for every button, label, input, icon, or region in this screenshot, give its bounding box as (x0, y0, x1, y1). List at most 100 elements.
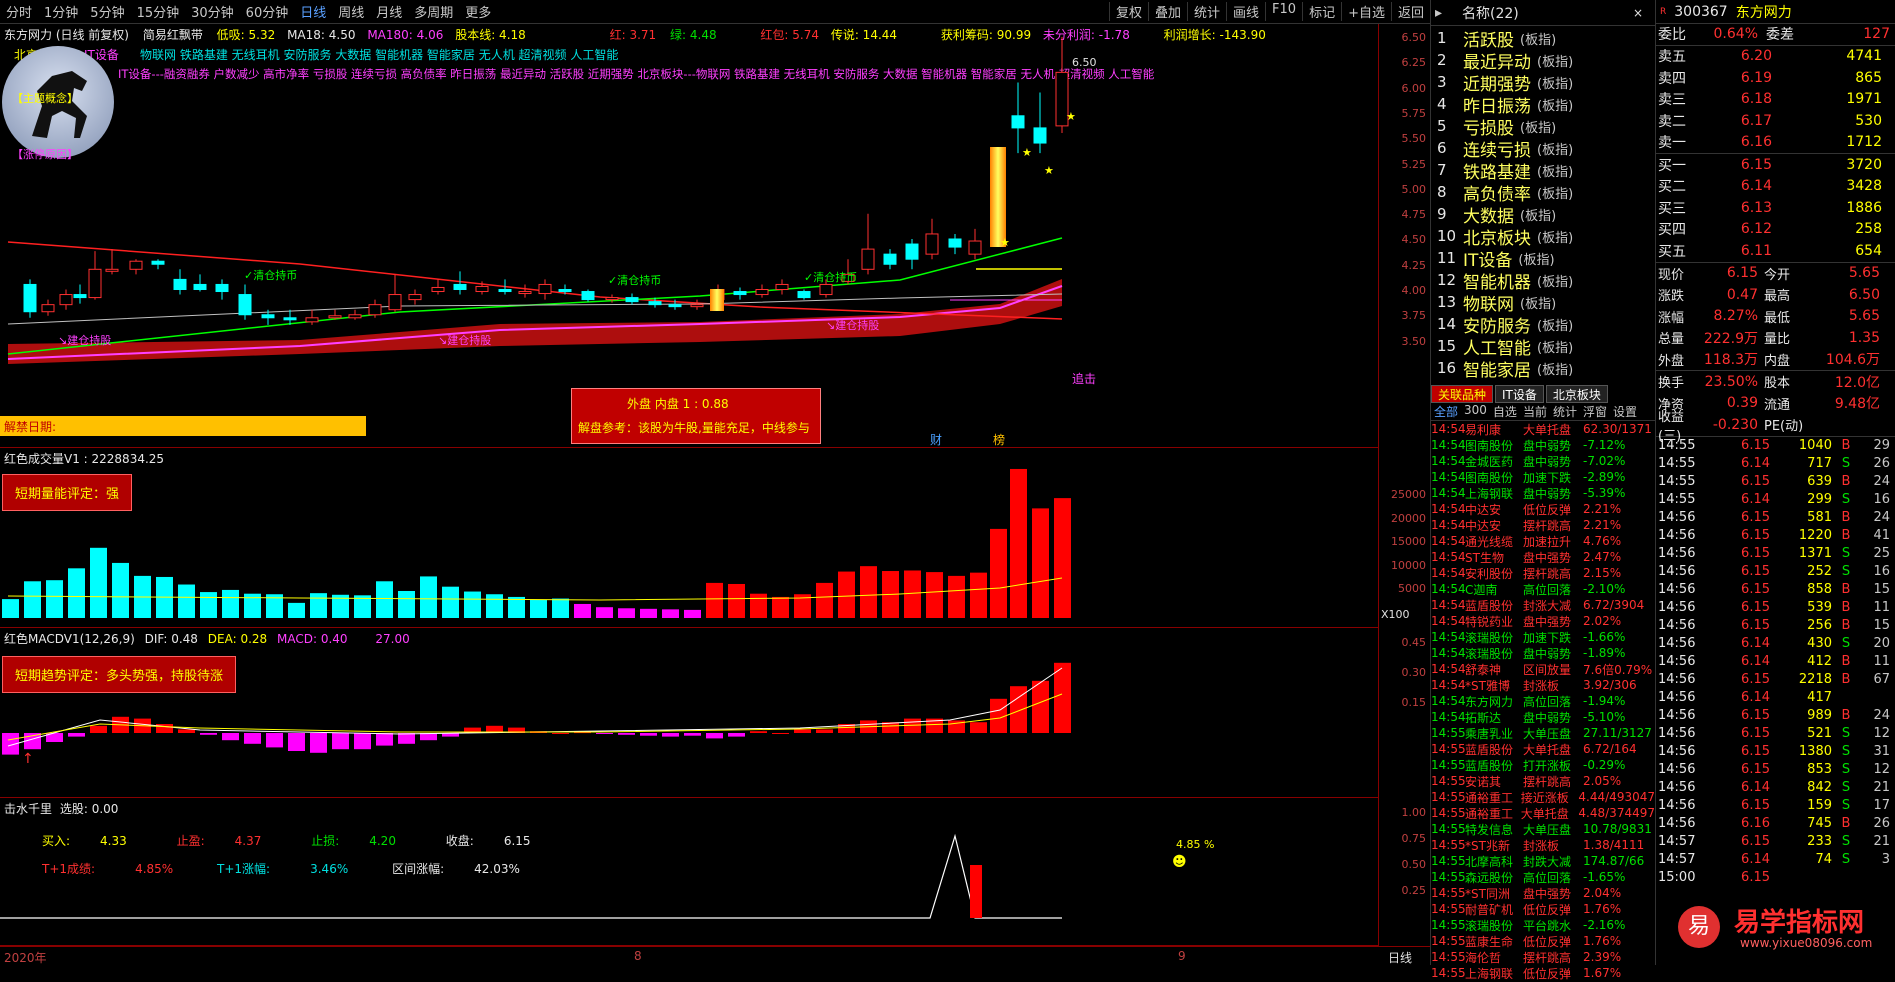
feed-subtab[interactable]: 300 (1461, 403, 1490, 420)
alert-row[interactable]: 14:55 *ST同洲 盘中强势 2.04% (1431, 885, 1655, 901)
feed-subtab[interactable]: 设置 (1610, 403, 1640, 420)
alert-row[interactable]: 14:54 舒泰神 区间放量 7.6倍0.79% (1431, 661, 1655, 677)
period-tab[interactable]: 月线 (370, 2, 408, 21)
feed-subtab[interactable]: 全部 (1431, 403, 1461, 420)
alert-row[interactable]: 14:54 ST生物 盘中强势 2.47% (1431, 549, 1655, 565)
alert-row[interactable]: 14:55 上海钢联 低位反弹 1.67% (1431, 965, 1655, 981)
kline-chart[interactable]: 东方网力 (日线 前复权) 简易红飘带 低吸: 5.32 MA18: 4.50 … (0, 24, 1378, 448)
tick-volume: 1371 (1798, 546, 1832, 561)
period-tab[interactable]: 30分钟 (185, 2, 240, 21)
sector-item[interactable]: 13 物联网 (板指) (1431, 291, 1655, 315)
sector-item[interactable]: 16 智能家居 (板指) (1431, 357, 1655, 381)
alert-row[interactable]: 14:55 蓝盾股份 打开涨板 -0.29% (1431, 757, 1655, 773)
toolbar-button[interactable]: 统计 (1187, 2, 1226, 21)
sector-item[interactable]: 4 昨日振荡 (板指) (1431, 93, 1655, 117)
toolbar-right: 复权 叠加 统计 画线 F10 标记 +自选 返回 (1108, 2, 1430, 21)
volume-chart[interactable]: 红色成交量V1 : 2228834.25 短期量能评定：强 (0, 448, 1378, 628)
toolbar-button[interactable]: 复权 (1108, 2, 1148, 21)
toolbar-button[interactable]: 画线 (1226, 2, 1265, 21)
tick-row: 14:55 6.15 639 B 24 (1656, 473, 1895, 491)
toolbar-button[interactable]: F10 (1265, 2, 1302, 21)
sector-rank: 15 (1437, 337, 1457, 355)
alert-row[interactable]: 14:55 北摩高科 封跌大减 174.87/66 (1431, 853, 1655, 869)
alert-row[interactable]: 14:55 海伦哲 摆杆跳高 2.39% (1431, 949, 1655, 965)
period-tab[interactable]: 更多 (459, 2, 497, 21)
period-tab[interactable]: 5分钟 (84, 2, 130, 21)
alert-row[interactable]: 14:54 通光线缆 加速拉升 4.76% (1431, 533, 1655, 549)
sector-item[interactable]: 14 安防服务 (板指) (1431, 313, 1655, 337)
alert-row[interactable]: 14:55 森远股份 高位回落 -1.65% (1431, 869, 1655, 885)
period-label[interactable]: 日线 (1388, 949, 1412, 966)
toolbar-button[interactable]: 标记 (1302, 2, 1341, 21)
toolbar-button[interactable]: +自选 (1341, 2, 1391, 21)
alert-row[interactable]: 14:54 易利康 大单托盘 62.30/1371 (1431, 421, 1655, 437)
alert-row[interactable]: 14:54 蓝盾股份 封涨大减 6.72/3904 (1431, 597, 1655, 613)
sector-item[interactable]: 15 人工智能 (板指) (1431, 335, 1655, 359)
feed-subtab[interactable]: 统计 (1550, 403, 1580, 420)
alert-feed: 14:54 易利康 大单托盘 62.30/1371 14:54 图南股份 盘中弱势 -7.12… (1431, 421, 1655, 981)
alert-row[interactable]: 14:55 乘唐乳业 大单压盘 27.11/3127 (1431, 725, 1655, 741)
sector-item[interactable]: 8 高负债率 (板指) (1431, 181, 1655, 205)
alert-row[interactable]: 14:54 中达安 低位反弹 2.21% (1431, 501, 1655, 517)
feed-subtab[interactable]: 当前 (1520, 403, 1550, 420)
period-tab[interactable]: 周线 (332, 2, 370, 21)
alert-row[interactable]: 14:54 特锐药业 盘中强势 2.02% (1431, 613, 1655, 629)
macd-chart[interactable]: 红色MACDV1(12,26,9) DIF: 0.48 DEA: 0.28 MA… (0, 628, 1378, 798)
sector-item[interactable]: 12 智能机器 (板指) (1431, 269, 1655, 293)
alert-row[interactable]: 14:54 *ST雅博 封涨板 3.92/306 (1431, 677, 1655, 693)
alert-row[interactable]: 14:54 图南股份 盘中弱势 -7.12% (1431, 437, 1655, 453)
sector-item[interactable]: 10 北京板块 (板指) (1431, 225, 1655, 249)
sector-item[interactable]: 11 IT设备 (板指) (1431, 247, 1655, 271)
period-tab[interactable]: 15分钟 (131, 2, 186, 21)
alert-row[interactable]: 14:55 *ST兆新 封涨板 1.38/4111 (1431, 837, 1655, 853)
alert-row[interactable]: 14:55 通裕重工 接近涨板 4.44/493047 (1431, 789, 1655, 805)
tick-volume: 233 (1807, 834, 1832, 849)
alert-row[interactable]: 14:54 拓斯达 盘中弱势 -5.10% (1431, 709, 1655, 725)
related-tab[interactable]: 北京板块 (1545, 385, 1608, 403)
alert-row[interactable]: 14:55 安诺其 摆杆跳高 2.05% (1431, 773, 1655, 789)
sector-item[interactable]: 7 铁路基建 (板指) (1431, 159, 1655, 183)
sector-item[interactable]: 6 连续亏损 (板指) (1431, 137, 1655, 161)
alert-row[interactable]: 14:54 图南股份 加速下跌 -2.89% (1431, 469, 1655, 485)
alert-row[interactable]: 14:54 C迦南 高位回落 -2.10% (1431, 581, 1655, 597)
alert-row[interactable]: 14:55 通裕重工 大单托盘 4.48/374497 (1431, 805, 1655, 821)
sector-item[interactable]: 5 亏损股 (板指) (1431, 115, 1655, 139)
toolbar-button[interactable]: 返回 (1390, 2, 1430, 21)
alert-row[interactable]: 14:54 东方网力 高位回落 -1.94% (1431, 693, 1655, 709)
alert-row[interactable]: 14:54 滚瑞股份 盘中弱势 -1.89% (1431, 645, 1655, 661)
period-tab[interactable]: 分时 (0, 2, 38, 21)
related-tab[interactable]: IT设备 (1495, 385, 1544, 403)
period-tab[interactable]: 多周期 (408, 2, 459, 21)
toolbar-button[interactable]: 叠加 (1147, 2, 1187, 21)
alert-row[interactable]: 14:54 上海钢联 盘中弱势 -5.39% (1431, 485, 1655, 501)
sector-item[interactable]: 2 最近异动 (板指) (1431, 49, 1655, 73)
close-icon[interactable]: × (1633, 6, 1643, 20)
alert-row[interactable]: 14:54 滚瑞股份 加速下跌 -1.66% (1431, 629, 1655, 645)
feed-subtab[interactable]: 浮窗 (1580, 403, 1610, 420)
jsq-chart[interactable]: 击水千里 选股: 0.00 买入: 4.33 止盈: 4.37 止损: 4.20 收盘… (0, 798, 1378, 946)
alert-value: 1.67% (1583, 966, 1622, 980)
sector-item[interactable]: 1 活跃股 (板指) (1431, 27, 1655, 51)
y-tick-label: 5.00 (1401, 182, 1427, 196)
volume-bar (112, 562, 129, 618)
volume-svg (2, 468, 1071, 618)
alert-row[interactable]: 14:54 中达安 摆杆跳高 2.21% (1431, 517, 1655, 533)
related-tab[interactable]: 关联品种 (1431, 385, 1494, 403)
sector-item[interactable]: 9 大数据 (板指) (1431, 203, 1655, 227)
alert-row[interactable]: 14:55 耐普矿机 低位反弹 1.76% (1431, 901, 1655, 917)
sector-item[interactable]: 3 近期强势 (板指) (1431, 71, 1655, 95)
period-tab[interactable]: 日线 (294, 2, 332, 21)
book-price: 6.15 (1740, 156, 1772, 173)
alert-row[interactable]: 14:55 滚瑞股份 平台跳水 -2.16% (1431, 917, 1655, 933)
tick-side: S (1841, 492, 1851, 507)
period-tab[interactable]: 60分钟 (240, 2, 295, 21)
alert-row[interactable]: 14:55 蓝康生命 低位反弹 1.76% (1431, 933, 1655, 949)
book-label: 卖一 (1658, 135, 1686, 152)
alert-row[interactable]: 14:55 特发信息 大单压盘 10.78/9831 (1431, 821, 1655, 837)
alert-row[interactable]: 14:54 安利股份 摆杆跳高 2.15% (1431, 565, 1655, 581)
alert-row[interactable]: 14:54 金城医药 盘中弱势 -7.02% (1431, 453, 1655, 469)
feed-subtab[interactable]: 自选 (1490, 403, 1520, 420)
period-tab[interactable]: 1分钟 (38, 2, 84, 21)
stat-label: 换手 (1658, 376, 1685, 392)
alert-row[interactable]: 14:55 蓝盾股份 大单托盘 6.72/164 (1431, 741, 1655, 757)
